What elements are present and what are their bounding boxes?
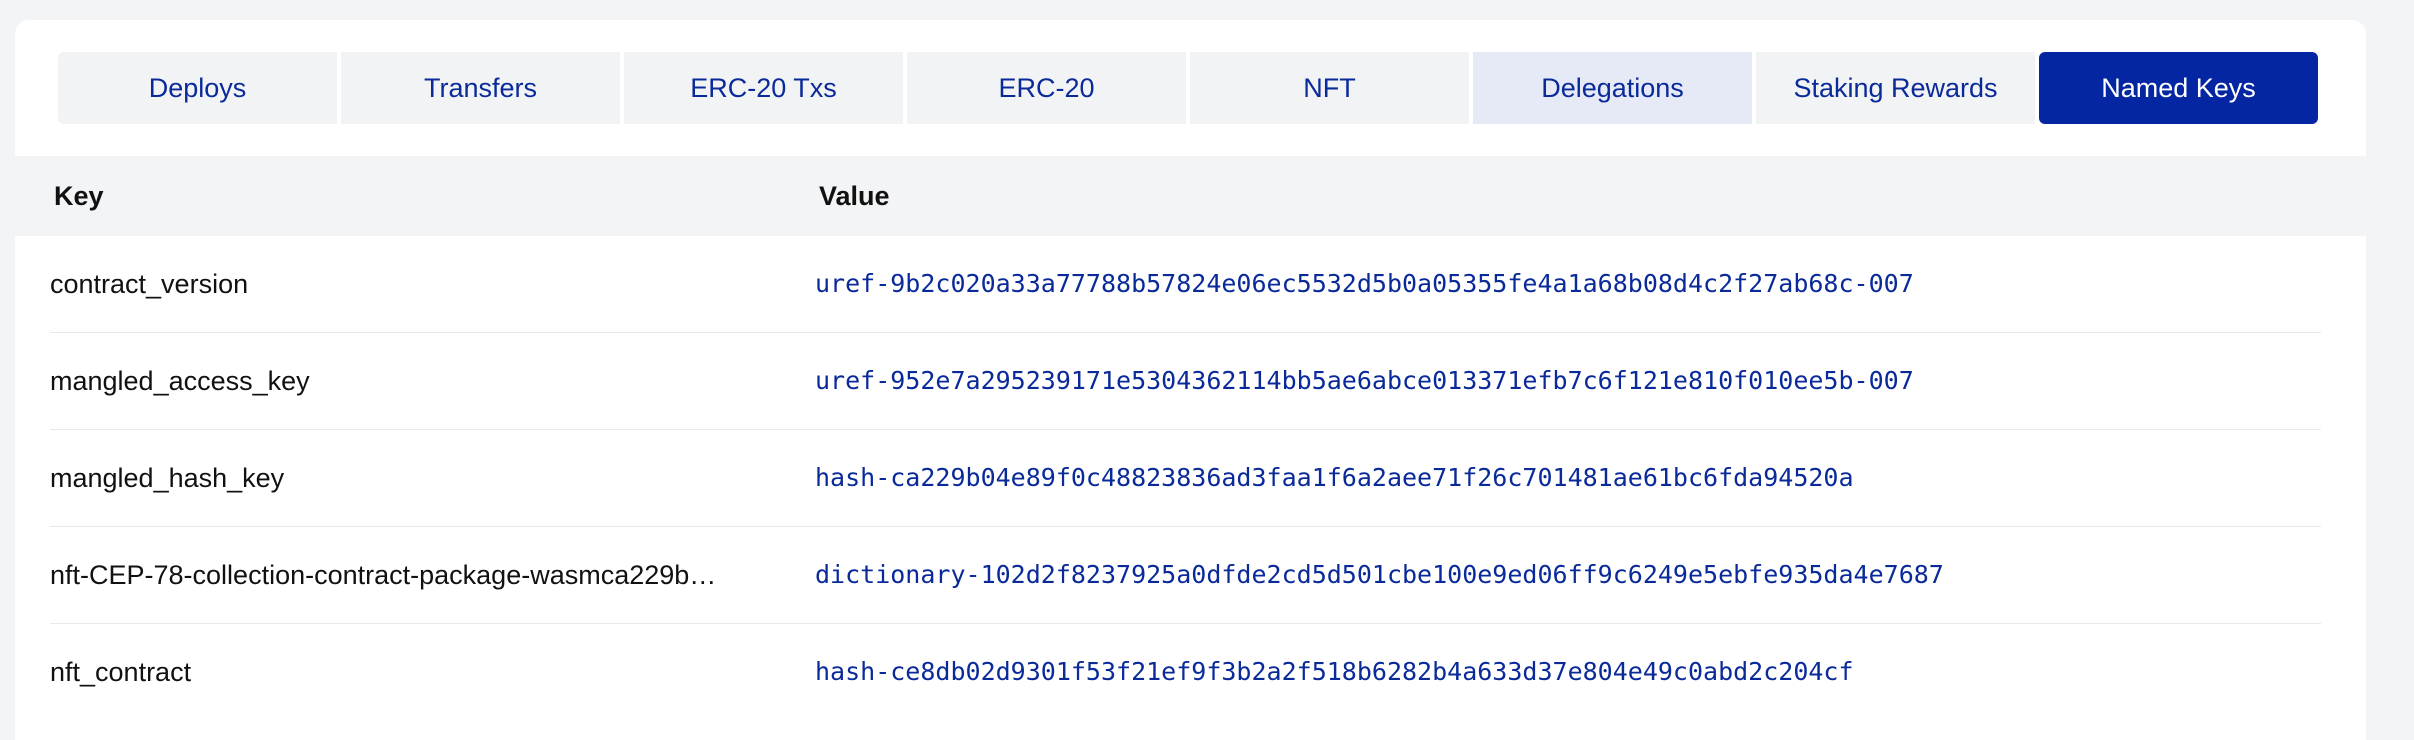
tab-named-keys[interactable]: Named Keys [2039, 52, 2318, 124]
tab-nft[interactable]: NFT [1190, 52, 1469, 124]
named-keys-panel: Deploys Transfers ERC-20 Txs ERC-20 NFT … [15, 20, 2366, 740]
table-row: mangled_access_key uref-952e7a295239171e… [50, 333, 2321, 430]
tab-delegations[interactable]: Delegations [1473, 52, 1752, 124]
column-header-value: Value [819, 180, 890, 211]
tab-erc20-txs[interactable]: ERC-20 Txs [624, 52, 903, 124]
tab-erc20[interactable]: ERC-20 [907, 52, 1186, 124]
value-link[interactable]: hash-ca229b04e89f0c48823836ad3faa1f6a2ae… [815, 430, 1854, 526]
table-row: contract_version uref-9b2c020a33a77788b5… [50, 236, 2321, 333]
key-cell: contract_version [50, 269, 249, 299]
value-link[interactable]: dictionary-102d2f8237925a0dfde2cd5d501cb… [815, 527, 1944, 623]
column-header-key: Key [54, 180, 104, 211]
named-keys-table-body: contract_version uref-9b2c020a33a77788b5… [15, 236, 2366, 720]
tab-deploys[interactable]: Deploys [58, 52, 337, 124]
key-cell: nft_contract [50, 657, 192, 687]
tab-transfers[interactable]: Transfers [341, 52, 620, 124]
value-link[interactable]: hash-ce8db02d9301f53f21ef9f3b2a2f518b628… [815, 624, 1854, 720]
tab-bar: Deploys Transfers ERC-20 Txs ERC-20 NFT … [58, 52, 2318, 124]
key-cell: mangled_access_key [50, 366, 310, 396]
table-row: nft-CEP-78-collection-contract-package-w… [50, 527, 2321, 624]
key-cell: mangled_hash_key [50, 463, 285, 493]
tab-staking-rewards[interactable]: Staking Rewards [1756, 52, 2035, 124]
value-link[interactable]: uref-952e7a295239171e5304362114bb5ae6abc… [815, 333, 1914, 429]
value-link[interactable]: uref-9b2c020a33a77788b57824e06ec5532d5b0… [815, 236, 1914, 332]
table-row: nft_contract hash-ce8db02d9301f53f21ef9f… [50, 624, 2321, 720]
table-header: Key Value [15, 156, 2366, 236]
table-row: mangled_hash_key hash-ca229b04e89f0c4882… [50, 430, 2321, 527]
key-cell: nft-CEP-78-collection-contract-package-w… [50, 560, 717, 590]
